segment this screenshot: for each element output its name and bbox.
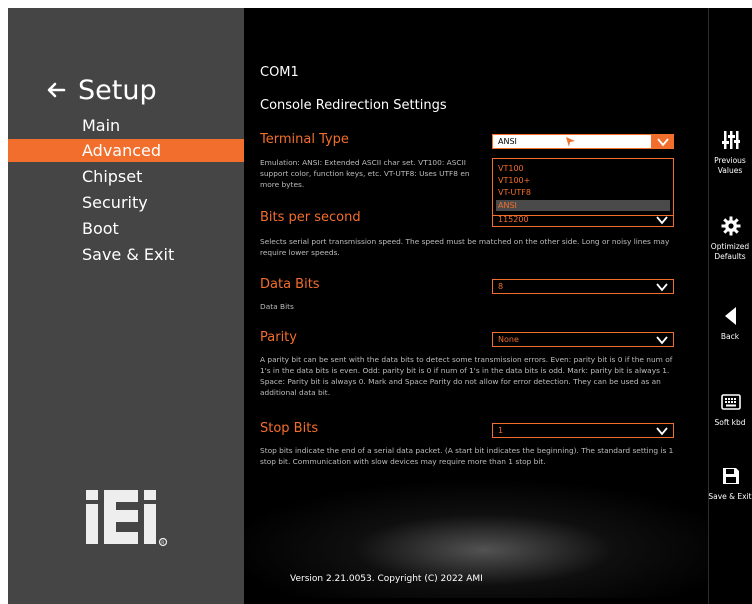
nav-item-boot[interactable]: Boot: [8, 217, 244, 240]
nav-item-main[interactable]: Main: [8, 114, 244, 137]
section-title: Console Redirection Settings: [260, 98, 447, 113]
terminal-type-dropdown: VT100 VT100+ VT-UTF8 ANSI: [492, 158, 674, 216]
previous-values-button[interactable]: Previous Values: [709, 130, 752, 196]
bits-per-second-help: Selects serial port transmission speed. …: [260, 237, 670, 257]
chevron-down-icon: [656, 427, 668, 436]
chevron-down-icon: [656, 336, 668, 345]
chevron-down-icon: [657, 138, 669, 147]
left-nav-panel: Setup Main Advanced Chipset Security Boo…: [8, 8, 244, 604]
mouse-cursor-icon: [566, 137, 575, 147]
bios-setup-screen: Setup Main Advanced Chipset Security Boo…: [8, 8, 752, 604]
data-bits-select[interactable]: 8: [492, 279, 674, 294]
parity-help: A parity bit can be sent with the data b…: [260, 355, 673, 397]
data-bits-label[interactable]: Data Bits: [260, 277, 320, 292]
bits-per-second-value: 115200: [498, 215, 529, 224]
terminal-type-help-line2: support color, function keys, etc. VT-UT…: [260, 169, 470, 178]
terminal-type-help-line1: Emulation: ANSI: Extended ASCII char set…: [260, 158, 466, 167]
terminal-type-select[interactable]: ANSI: [492, 134, 674, 149]
floppy-disk-icon: [723, 468, 739, 484]
main-panel: COM1 Console Redirection Settings Termin…: [224, 8, 744, 604]
right-toolbar: Previous Values Optimized Defaults Back …: [708, 8, 752, 604]
stop-bits-select[interactable]: 1: [492, 423, 674, 438]
dropdown-option-vt100[interactable]: VT100: [496, 163, 670, 174]
nav-item-save-exit[interactable]: Save & Exit: [8, 243, 244, 266]
page-title: COM1: [260, 65, 299, 80]
gear-icon: [721, 216, 741, 236]
keyboard-icon: [721, 394, 741, 410]
dropdown-option-vt-utf8[interactable]: VT-UTF8: [496, 187, 670, 198]
terminal-type-help-line3: more bytes.: [260, 180, 305, 189]
version-text: Version 2.21.0053. Copyright (C) 2022 AM…: [290, 574, 483, 584]
back-button[interactable]: Back: [709, 306, 752, 372]
chevron-down-icon: [656, 283, 668, 292]
back-label: Back: [720, 332, 740, 341]
soft-kbd-label: Soft kbd: [714, 418, 746, 427]
dropdown-option-vt100plus[interactable]: VT100+: [496, 175, 670, 186]
data-bits-help: Data Bits: [260, 302, 294, 311]
stop-bits-help: Stop bits indicate the end of a serial d…: [260, 446, 674, 466]
data-bits-value: 8: [498, 282, 504, 291]
terminal-type-help: Emulation: ANSI: Extended ASCII char set…: [260, 157, 492, 190]
iei-logo: R: [84, 488, 170, 548]
terminal-type-value: ANSI: [498, 137, 517, 146]
stop-bits-label[interactable]: Stop Bits: [260, 421, 318, 436]
setup-header: Setup: [42, 70, 157, 110]
optimized-defaults-button[interactable]: Optimized Defaults: [709, 216, 752, 282]
save-exit-label: Save & Exit: [708, 492, 752, 501]
optimized-defaults-label: Optimized Defaults: [710, 242, 750, 261]
parity-select[interactable]: None: [492, 332, 674, 347]
terminal-type-label[interactable]: Terminal Type: [260, 132, 349, 147]
sliders-icon: [722, 131, 740, 149]
chevron-down-icon: [656, 216, 668, 225]
parity-label[interactable]: Parity: [260, 330, 297, 345]
back-arrow-icon[interactable]: [42, 76, 70, 104]
soft-kbd-button[interactable]: Soft kbd: [709, 392, 752, 458]
stop-bits-value: 1: [498, 426, 504, 435]
previous-values-label: Previous Values: [714, 156, 746, 175]
dropdown-option-ansi[interactable]: ANSI: [496, 200, 670, 211]
nav-item-chipset[interactable]: Chipset: [8, 165, 244, 188]
bits-per-second-label[interactable]: Bits per second: [260, 210, 361, 225]
back-triangle-icon: [725, 307, 736, 325]
nav-item-advanced[interactable]: Advanced: [8, 139, 244, 162]
nav-item-security[interactable]: Security: [8, 191, 244, 214]
svg-text:R: R: [161, 540, 164, 546]
parity-value: None: [498, 335, 519, 344]
setup-title: Setup: [78, 74, 157, 106]
save-exit-button[interactable]: Save & Exit: [708, 466, 752, 532]
